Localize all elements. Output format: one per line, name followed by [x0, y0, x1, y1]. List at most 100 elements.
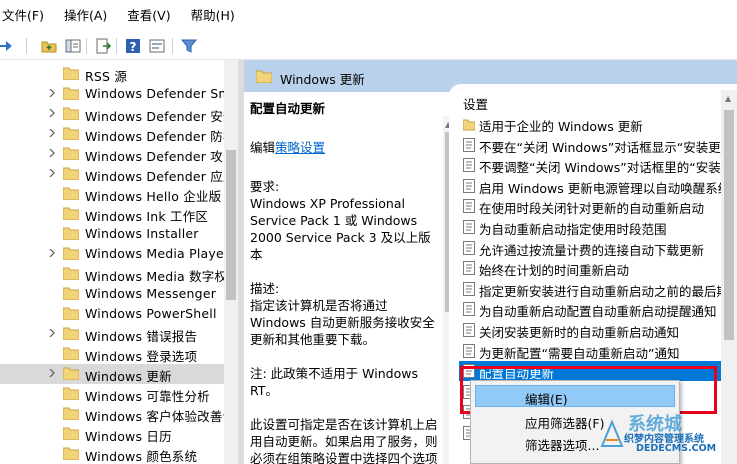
- folder-icon: [63, 227, 79, 240]
- policy-setting-icon: [463, 178, 475, 193]
- show-hide-tree-icon[interactable]: [64, 37, 82, 55]
- folder-icon: [63, 167, 79, 180]
- expand-chevron-icon[interactable]: [48, 369, 56, 377]
- settings-policy-item[interactable]: 为自动重新启动配置自动重新启动提醒通知: [459, 299, 737, 319]
- tree-item-label: Windows 可靠性分析: [85, 389, 210, 404]
- tree-item[interactable]: Windows 可靠性分析: [0, 384, 224, 404]
- scroll-up-arrow-icon[interactable]: ▲: [725, 94, 731, 103]
- tree-item[interactable]: Windows PowerShell: [0, 304, 224, 324]
- expand-chevron-icon[interactable]: [48, 329, 56, 337]
- settings-policy-item[interactable]: 启用 Windows 更新电源管理以自动唤醒系统: [459, 176, 737, 196]
- tree-item[interactable]: Windows 登录选项: [0, 344, 224, 364]
- expand-chevron-icon[interactable]: [48, 109, 56, 117]
- folder-icon: [63, 207, 79, 220]
- policy-setting-icon: [463, 220, 475, 234]
- tree-item[interactable]: Windows Installer: [0, 224, 224, 244]
- note-text: 注: 此政策不适用于 Windows RT。: [250, 366, 418, 398]
- details-header-title: Windows 更新: [280, 72, 365, 87]
- expand-chevron-icon[interactable]: [48, 89, 56, 97]
- policy-setting-icon: [463, 199, 475, 214]
- context-menu-filter-options[interactable]: 筛选器选项...: [525, 435, 599, 454]
- expand-chevron-icon[interactable]: [48, 249, 56, 257]
- folder-icon: [63, 127, 79, 140]
- settings-column-header[interactable]: 设置: [463, 94, 488, 113]
- svg-text:?: ?: [130, 40, 137, 54]
- menu-file[interactable]: 文件(F): [0, 0, 52, 32]
- folder-icon: [63, 347, 79, 360]
- watermark-logo-icon: [600, 419, 624, 447]
- edit-prefix: 编辑: [250, 140, 276, 155]
- folder-icon: [463, 119, 475, 131]
- tree-item-label: Windows Messenger: [85, 286, 217, 301]
- menu-help[interactable]: 帮助(H): [189, 0, 243, 32]
- tree-item[interactable]: Windows Media Player: [0, 244, 229, 264]
- folder-icon: [63, 147, 79, 160]
- tree-item[interactable]: Windows 更新: [0, 364, 224, 384]
- tree-item-label: Windows Installer: [85, 226, 199, 241]
- tree-item-label: Windows Defender 防病: [85, 129, 236, 144]
- policy-setting-icon: [463, 261, 475, 276]
- folder-icon: [256, 70, 272, 83]
- context-menu-edit[interactable]: 编辑(E): [525, 389, 568, 408]
- edit-policy-link[interactable]: 策略设置: [275, 140, 325, 155]
- tree-item[interactable]: Windows Defender 应用: [0, 164, 235, 184]
- tree-item[interactable]: Windows Ink 工作区: [0, 204, 224, 224]
- settings-policy-item[interactable]: 不要在“关闭 Windows”对话框显示“安装更新: [459, 135, 737, 155]
- tree-item-label: Windows Defender 攻击: [85, 149, 236, 164]
- policy-setting-icon: [463, 323, 475, 337]
- toolbar-separator: [86, 38, 87, 54]
- tree-item[interactable]: Windows 日历: [0, 424, 224, 444]
- tree-item-label: Windows Media 数字权: [85, 269, 228, 284]
- tree-item[interactable]: Windows Messenger: [0, 284, 224, 304]
- requirements-text: 要求: Windows XP Professional Service Pack…: [250, 179, 431, 262]
- tree-item[interactable]: Windows Defender 防病: [0, 124, 235, 144]
- settings-policy-item[interactable]: 不要调整“关闭 Windows”对话框里的“安装更: [459, 155, 737, 175]
- tree-item[interactable]: Windows 客户体验改善计: [0, 404, 235, 424]
- tree-item[interactable]: Windows Hello 企业版: [0, 184, 224, 204]
- menu-view[interactable]: 查看(V): [125, 0, 178, 32]
- settings-item-label: 不要在“关闭 Windows”对话框显示“安装更新: [479, 139, 734, 155]
- expand-chevron-icon[interactable]: [48, 129, 56, 137]
- settings-policy-item[interactable]: 指定更新安装进行自动重新启动之前的最后期: [459, 279, 737, 299]
- forward-arrow-icon[interactable]: [0, 37, 14, 55]
- folder-icon: [63, 247, 79, 260]
- tree-item[interactable]: RSS 源: [0, 64, 224, 84]
- settings-policy-item[interactable]: 关闭安装更新时的自动重新启动通知: [459, 320, 737, 340]
- settings-policy-item[interactable]: 允许通过按流量计费的连接自动下载更新: [459, 238, 737, 258]
- settings-policy-item[interactable]: 始终在计划的时间重新启动: [459, 258, 737, 278]
- tree-item[interactable]: Windows Media 数字权: [0, 264, 228, 284]
- policy-setting-icon: [463, 302, 475, 317]
- tree-item[interactable]: Windows Defender 安全: [0, 104, 235, 124]
- filter-icon[interactable]: [180, 37, 198, 55]
- folder-icon: [63, 307, 79, 320]
- settings-folder-item[interactable]: 适用于企业的 Windows 更新: [459, 114, 737, 134]
- settings-item-label: 指定更新安装进行自动重新启动之前的最后期: [479, 283, 730, 299]
- policy-setting-icon: [463, 137, 475, 152]
- expand-chevron-icon[interactable]: [48, 149, 56, 157]
- export-list-icon[interactable]: [94, 37, 112, 55]
- settings-scrollbar-thumb[interactable]: [724, 110, 734, 340]
- up-folder-icon[interactable]: [40, 37, 58, 55]
- properties-icon[interactable]: [148, 37, 166, 55]
- policy-title: 配置自动更新: [250, 101, 326, 116]
- tree-item-label: Windows Hello 企业版: [85, 189, 222, 204]
- context-menu-apply-filter[interactable]: 应用筛选器(F): [525, 413, 604, 432]
- tree-scrollbar[interactable]: [224, 60, 238, 464]
- folder-icon: [63, 327, 79, 340]
- tree-item[interactable]: Windows 错误报告: [0, 324, 224, 344]
- settings-policy-item[interactable]: 为自动重新启动指定使用时段范围: [459, 217, 737, 237]
- tree-item[interactable]: Windows Defender 攻击: [0, 144, 235, 164]
- help-icon[interactable]: ?: [124, 37, 142, 55]
- tree-item[interactable]: Windows 颜色系统: [0, 444, 224, 464]
- settings-policy-item[interactable]: 在使用时段关闭针对更新的自动重新启动: [459, 196, 737, 216]
- folder-icon: [63, 367, 79, 380]
- tree-item[interactable]: Windows Defender Sma: [0, 84, 238, 104]
- toolbar-separator: [172, 38, 173, 54]
- policy-description: 配置自动更新 编辑策略设置 要求: Windows XP Professiona…: [244, 92, 449, 464]
- settings-policy-item[interactable]: 为更新配置“需要自动重新启动”通知: [459, 341, 737, 361]
- tree-scrollbar-thumb[interactable]: [226, 150, 236, 300]
- watermark-line-3: DEDECMS.COM: [636, 443, 717, 454]
- menu-action[interactable]: 操作(A): [62, 0, 115, 32]
- tree-item-label: Windows 更新: [85, 369, 172, 384]
- expand-chevron-icon[interactable]: [48, 169, 56, 177]
